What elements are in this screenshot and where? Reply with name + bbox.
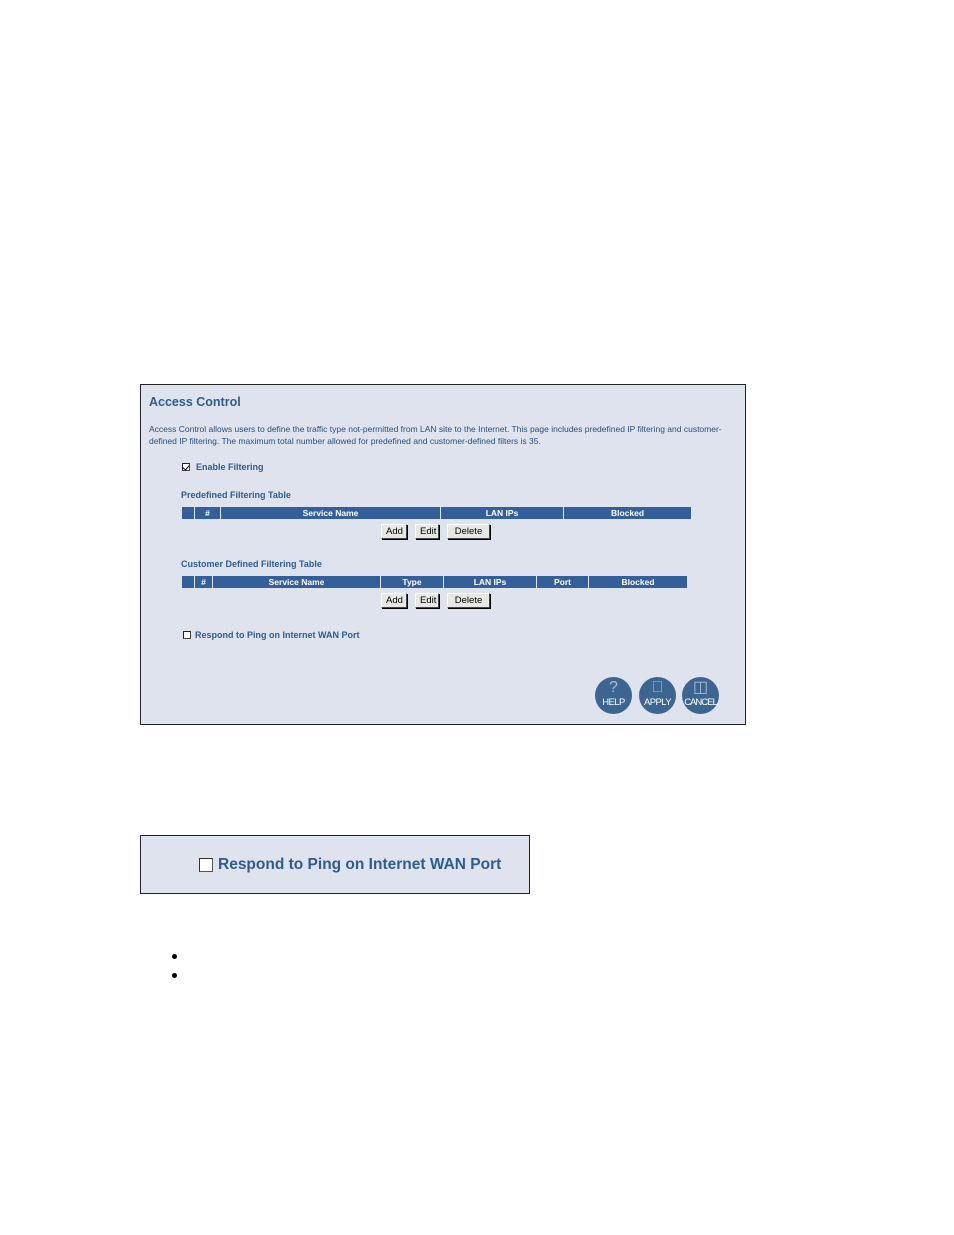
customer-table-header: # Service Name Type LAN IPs Port Blocked xyxy=(182,576,687,588)
page-title: Access Control xyxy=(149,395,241,409)
apply-label: APPLY xyxy=(644,697,672,708)
customer-table-title: Customer Defined Filtering Table xyxy=(181,559,322,569)
col-lan-ips: LAN IPs xyxy=(444,576,536,588)
trash-can-icon: ◫ xyxy=(692,679,709,696)
enable-filtering-label: Enable Filtering xyxy=(196,462,264,472)
respond-ping-detail-label: Respond to Ping on Internet WAN Port xyxy=(218,856,502,873)
col-lan-ips: LAN IPs xyxy=(441,507,563,519)
predefined-table-buttons: Add Edit Delete xyxy=(381,524,490,539)
predefined-add-button[interactable]: Add xyxy=(381,524,407,539)
predefined-delete-button[interactable]: Delete xyxy=(447,524,490,539)
cancel-button[interactable]: ◫ CANCEL xyxy=(682,677,719,714)
col-service-name: Service Name xyxy=(221,507,440,519)
col-service-name: Service Name xyxy=(213,576,380,588)
bullet-icon xyxy=(172,973,177,978)
col-select xyxy=(182,576,194,588)
apply-button[interactable]: ⎕ APPLY xyxy=(639,677,676,714)
col-number: # xyxy=(195,507,220,519)
col-port: Port xyxy=(537,576,588,588)
enable-filtering-checkbox[interactable] xyxy=(182,463,190,471)
bullet-icon xyxy=(172,954,177,959)
predefined-edit-button[interactable]: Edit xyxy=(415,524,439,539)
respond-ping-detail-checkbox[interactable] xyxy=(199,858,213,872)
customer-table-buttons: Add Edit Delete xyxy=(381,593,490,608)
cancel-label: CANCEL xyxy=(684,697,718,708)
help-button[interactable]: ? HELP xyxy=(595,677,632,714)
col-blocked: Blocked xyxy=(589,576,687,588)
predefined-table-title: Predefined Filtering Table xyxy=(181,490,291,500)
respond-ping-detail-screenshot: Respond to Ping on Internet WAN Port xyxy=(140,835,530,894)
customer-edit-button[interactable]: Edit xyxy=(415,593,439,608)
respond-ping-checkbox[interactable] xyxy=(183,631,191,639)
col-type: Type xyxy=(381,576,443,588)
col-select xyxy=(182,507,194,519)
customer-delete-button[interactable]: Delete xyxy=(447,593,490,608)
predefined-table-header: # Service Name LAN IPs Blocked xyxy=(182,507,691,519)
question-icon: ? xyxy=(609,679,618,696)
page-description: Access Control allows users to define th… xyxy=(149,424,722,446)
col-number: # xyxy=(195,576,212,588)
respond-ping-label: Respond to Ping on Internet WAN Port xyxy=(195,630,360,640)
col-blocked: Blocked xyxy=(564,507,691,519)
mouse-icon: ⎕ xyxy=(652,679,663,696)
help-label: HELP xyxy=(602,697,625,708)
access-control-screenshot: Access Control Access Control allows use… xyxy=(140,384,746,725)
customer-add-button[interactable]: Add xyxy=(381,593,407,608)
